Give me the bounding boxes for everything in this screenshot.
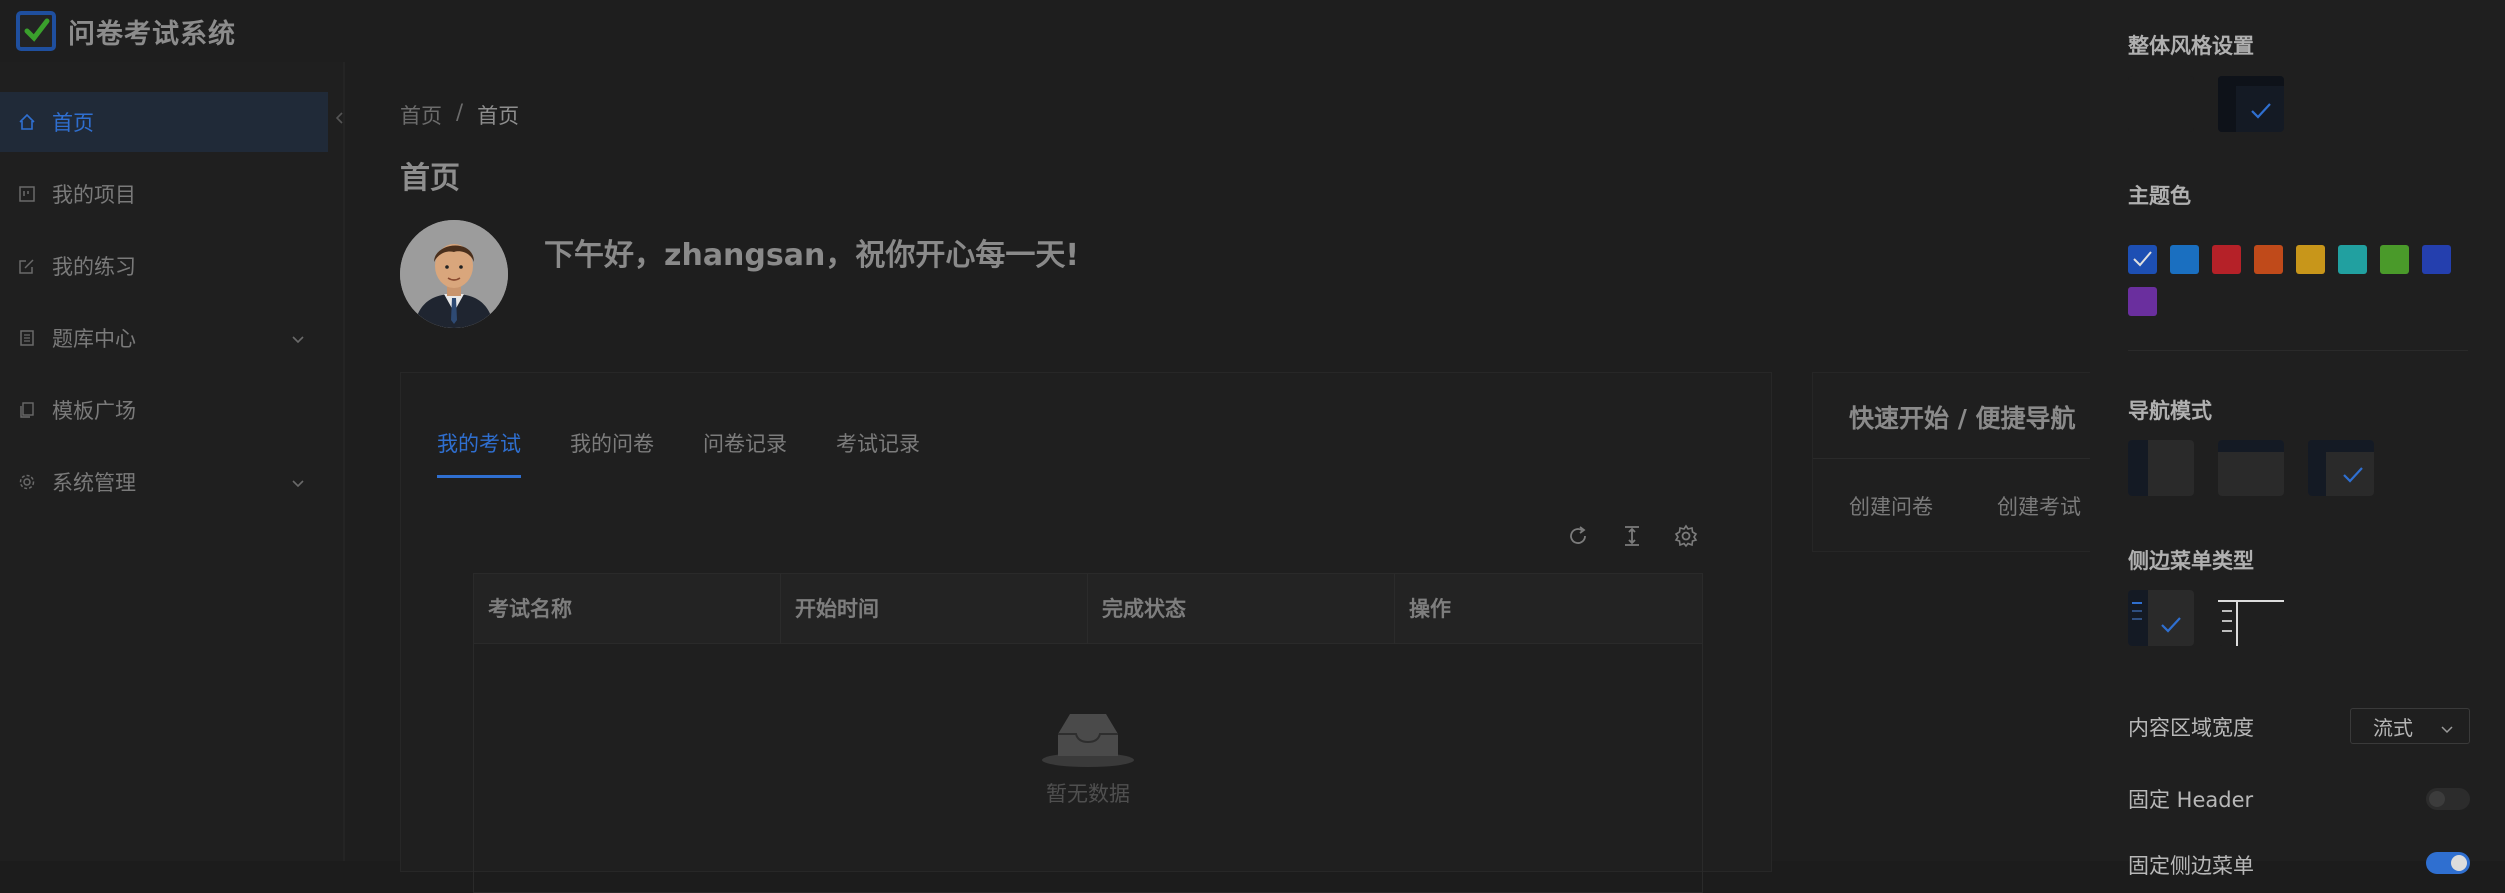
theme-color-swatch[interactable] — [2338, 245, 2367, 274]
sidebar-item-label: 模板广场 — [52, 399, 136, 423]
chevron-down-icon — [2439, 718, 2455, 742]
column-height-icon[interactable] — [1619, 523, 1645, 549]
empty-text: 暂无数据 — [1046, 782, 1130, 806]
divider — [1813, 458, 2112, 459]
empty-state: 暂无数据 — [474, 704, 1702, 808]
check-icon — [2133, 251, 2152, 267]
fixed-side-menu-label: 固定侧边菜单 — [2128, 854, 2254, 878]
refresh-icon[interactable] — [1565, 523, 1591, 549]
sidebar-item-label: 我的练习 — [52, 255, 136, 279]
column-header: 操作 — [1409, 597, 1451, 621]
theme-color-swatch[interactable] — [2296, 245, 2325, 274]
exam-card: 我的考试 我的问卷 问卷记录 考试记录 考试名称 开始时间 完成状态 操作 暂无… — [400, 372, 1772, 893]
style-option-dark[interactable] — [2218, 76, 2284, 132]
theme-color-swatch[interactable] — [2254, 245, 2283, 274]
app-root: 问卷考试系统 首页 我的项目 我的练习 题库中心 模板广场 系统管理 首页 / … — [0, 0, 2505, 893]
theme-color-swatch[interactable] — [2380, 245, 2409, 274]
sidebar-item-templates[interactable]: 模板广场 — [0, 380, 330, 440]
nav-mode-mix[interactable] — [2308, 440, 2374, 496]
sidebar-item-system[interactable]: 系统管理 — [0, 452, 330, 512]
fixed-header-switch[interactable] — [2426, 788, 2470, 810]
chevron-down-icon — [290, 472, 306, 496]
side-menu-type-group[interactable] — [2218, 590, 2284, 646]
side-menu-type-title: 侧边菜单类型 — [2128, 549, 2254, 573]
home-icon — [16, 111, 38, 133]
sidebar-item-label: 我的项目 — [52, 183, 136, 207]
tab-my-exams[interactable]: 我的考试 — [437, 428, 521, 478]
side-menu-type-sub[interactable] — [2128, 590, 2194, 646]
theme-color-swatch[interactable] — [2422, 245, 2451, 274]
sidebar-item-question-bank[interactable]: 题库中心 — [0, 308, 330, 368]
book-icon — [16, 327, 38, 349]
nav-mode-title: 导航模式 — [2128, 399, 2212, 423]
content-width-value: 流式 — [2373, 715, 2413, 740]
chevron-down-icon — [290, 328, 306, 352]
avatar — [400, 220, 508, 328]
nav-mode-side[interactable] — [2128, 440, 2194, 496]
style-option-light[interactable] — [2128, 76, 2194, 132]
fixed-header-label: 固定 Header — [2128, 788, 2254, 812]
tab-bar: 我的考试 我的问卷 问卷记录 考试记录 — [437, 428, 920, 478]
check-icon — [2343, 467, 2363, 483]
exam-table: 考试名称 开始时间 完成状态 操作 暂无数据 — [473, 573, 1703, 893]
content-width-select[interactable]: 流式 — [2350, 708, 2470, 744]
theme-color-swatch[interactable] — [2128, 287, 2157, 316]
table-header: 考试名称 开始时间 完成状态 操作 — [474, 574, 1702, 644]
logo-icon — [16, 11, 56, 51]
theme-color-swatch[interactable] — [2170, 245, 2199, 274]
create-survey-link[interactable]: 创建问卷 — [1849, 491, 1933, 521]
template-icon — [16, 399, 38, 421]
sidebar-item-label: 首页 — [52, 111, 94, 135]
empty-inbox-icon — [1042, 714, 1134, 767]
fixed-side-menu-switch[interactable] — [2426, 852, 2470, 874]
column-header: 完成状态 — [1088, 574, 1395, 644]
page-title: 首页 — [400, 161, 460, 196]
tab-survey-records[interactable]: 问卷记录 — [703, 428, 787, 478]
check-icon — [2161, 617, 2181, 633]
quick-nav-card: 快速开始 / 便捷导航 创建问卷 创建考试 — [1812, 372, 2112, 552]
settings-icon[interactable] — [1673, 523, 1699, 549]
check-icon — [2251, 103, 2271, 119]
divider — [2128, 350, 2468, 351]
theme-color-swatch[interactable] — [2128, 245, 2157, 274]
table-toolbar — [1565, 523, 1699, 549]
app-title: 问卷考试系统 — [68, 18, 236, 50]
gear-icon — [16, 471, 38, 493]
sidebar-collapse-button[interactable] — [330, 98, 350, 138]
breadcrumb-separator: / — [456, 100, 464, 124]
quick-nav-links: 创建问卷 创建考试 — [1849, 491, 2081, 521]
sidebar-item-label: 系统管理 — [52, 471, 136, 495]
column-header: 开始时间 — [781, 574, 1088, 644]
sidebar: 首页 我的项目 我的练习 题库中心 模板广场 系统管理 — [0, 62, 345, 861]
create-exam-link[interactable]: 创建考试 — [1997, 491, 2081, 521]
nav-mode-top[interactable] — [2218, 440, 2284, 496]
sidebar-item-projects[interactable]: 我的项目 — [0, 164, 330, 224]
sidebar-item-practice[interactable]: 我的练习 — [0, 236, 330, 296]
project-icon — [16, 183, 38, 205]
app-header: 问卷考试系统 — [0, 0, 345, 62]
column-header: 考试名称 — [474, 574, 781, 644]
breadcrumb-root[interactable]: 首页 — [400, 100, 442, 130]
theme-color-swatch[interactable] — [2212, 245, 2241, 274]
sidebar-item-home[interactable]: 首页 — [0, 92, 328, 152]
tab-my-surveys[interactable]: 我的问卷 — [570, 428, 654, 478]
greeting-text: 下午好，zhangsan，祝你开心每一天! — [544, 238, 1080, 273]
settings-drawer: 整体风格设置 主题色 导航模式 侧边菜单类型 内容区域宽度 流式 固定 Head… — [2090, 0, 2505, 878]
style-settings-title: 整体风格设置 — [2128, 34, 2254, 58]
edit-icon — [16, 255, 38, 277]
theme-color-title: 主题色 — [2128, 184, 2191, 208]
breadcrumb-current: 首页 — [477, 104, 520, 128]
quick-nav-title: 快速开始 / 便捷导航 — [1849, 404, 2076, 433]
content-width-label: 内容区域宽度 — [2128, 716, 2254, 740]
sidebar-item-label: 题库中心 — [52, 327, 136, 351]
breadcrumb: 首页 / 首页 — [400, 100, 519, 130]
tab-exam-records[interactable]: 考试记录 — [836, 428, 920, 478]
